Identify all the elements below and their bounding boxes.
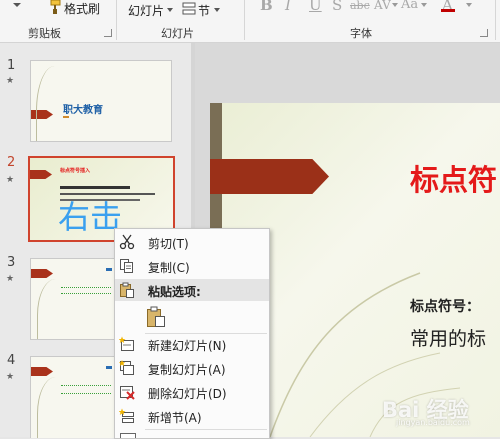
paintbrush-icon xyxy=(50,0,61,14)
star-icon: ★ xyxy=(6,274,15,284)
clipboard-icon xyxy=(147,306,165,327)
star-icon: ★ xyxy=(6,372,15,382)
star-icon: ★ xyxy=(6,175,15,185)
italic-button[interactable]: I xyxy=(285,0,291,14)
thumb-text-line xyxy=(61,287,111,289)
menu-item-label: 粘贴选项: xyxy=(148,285,201,299)
slide-number: 1 xyxy=(7,58,16,73)
menu-item-delete-slide[interactable]: 删除幻灯片(D) xyxy=(115,381,269,403)
thumb-arrow-shape xyxy=(30,170,52,179)
ribbon: 格式刷 剪贴板 幻灯片 节 幻灯片 B I U S abc AV Aa A 字体 xyxy=(0,0,500,43)
slide-number: 4 xyxy=(7,353,16,368)
delete-slide-icon xyxy=(120,386,135,400)
menu-item-partial-icon xyxy=(120,433,136,438)
bold-button[interactable]: B xyxy=(260,0,273,14)
shadow-button[interactable]: S xyxy=(332,0,342,14)
chevron-down-icon xyxy=(214,8,220,12)
star-icon: ★ xyxy=(6,76,15,86)
section-icon xyxy=(182,2,196,15)
add-section-icon xyxy=(119,408,134,423)
ribbon-divider xyxy=(116,0,117,40)
thumb-text-line xyxy=(60,186,130,189)
clipboard-group-label: 剪贴板 xyxy=(28,27,61,40)
slide-thumbnail-4[interactable] xyxy=(30,356,116,438)
paste-keep-formatting-button[interactable] xyxy=(145,305,167,329)
menu-item-label: 删除幻灯片(D) xyxy=(148,387,227,401)
change-case-button[interactable]: Aa xyxy=(401,0,418,12)
context-menu: 剪切(T) 复制(C) 粘贴选项: 新建幻灯片(N) 复制幻灯片(A) 删除幻灯… xyxy=(114,228,270,439)
new-slide-label: 幻灯片 xyxy=(128,4,165,18)
chevron-down-icon xyxy=(466,3,472,7)
menu-item-copy[interactable]: 复制(C) xyxy=(115,255,269,277)
section-label: 节 xyxy=(198,4,211,18)
thumb-vine xyxy=(36,66,67,141)
strikethrough-button[interactable]: abc xyxy=(350,0,370,12)
clipboard-dialog-launcher-icon[interactable] xyxy=(104,29,112,37)
format-painter-button[interactable]: 格式刷 xyxy=(44,0,106,18)
thumb-arrow-shape xyxy=(31,269,53,278)
slide-thumbnail-1[interactable]: 职大教育 xyxy=(30,60,172,142)
menu-item-add-section[interactable]: 新增节(A) xyxy=(115,405,269,427)
thumb-title: 职大教育 xyxy=(63,105,103,116)
right-click-annotation: 右击 xyxy=(58,198,123,236)
font-color-button[interactable]: A xyxy=(440,0,460,14)
thumb-text-line xyxy=(61,293,111,295)
paste-icon xyxy=(120,282,134,298)
watermark-url: jingyan.baidu.com xyxy=(396,418,470,427)
menu-item-cut[interactable]: 剪切(T) xyxy=(115,231,269,253)
thumb-vine xyxy=(37,377,68,438)
thumb-title: 标点符号插入 xyxy=(60,168,91,174)
menu-item-paste-options: 粘贴选项: xyxy=(115,279,269,301)
chevron-down-icon xyxy=(392,3,398,7)
scissors-icon xyxy=(119,234,135,250)
thumb-blue-mark xyxy=(106,366,112,369)
menu-item-new-slide[interactable]: 新建幻灯片(N) xyxy=(115,333,269,355)
thumb-vine xyxy=(37,279,68,339)
menu-item-label: 复制(C) xyxy=(148,261,190,275)
ribbon-divider xyxy=(495,0,496,40)
character-spacing-button[interactable]: AV xyxy=(374,0,391,12)
slides-group-label: 幻灯片 xyxy=(161,27,194,40)
thumb-blue-mark xyxy=(106,268,112,271)
menu-item-label: 新增节(A) xyxy=(148,411,202,425)
thumb-arrow-shape xyxy=(31,367,53,376)
menu-item-label: 复制幻灯片(A) xyxy=(148,363,226,377)
thumb-text-line xyxy=(61,393,111,395)
clipboard-dropdown-chevron[interactable] xyxy=(13,3,21,7)
menu-item-label: 剪切(T) xyxy=(148,237,189,251)
new-slide-icon xyxy=(119,336,134,351)
slide-number-active: 2 xyxy=(7,155,16,170)
menu-item-label: 新建幻灯片(N) xyxy=(148,339,227,353)
thumb-text-line xyxy=(61,385,111,387)
format-painter-label: 格式刷 xyxy=(64,2,101,16)
copy-icon xyxy=(120,259,133,273)
menu-separator xyxy=(145,429,267,430)
font-group-label: 字体 xyxy=(350,27,372,40)
menu-item-duplicate-slide[interactable]: 复制幻灯片(A) xyxy=(115,357,269,379)
chevron-down-icon xyxy=(421,3,427,7)
underline-button[interactable]: U xyxy=(309,0,322,14)
font-color-bar xyxy=(441,9,455,12)
new-slide-dropdown[interactable]: 幻灯片 xyxy=(127,0,177,20)
ribbon-divider xyxy=(244,0,245,40)
slide-thumbnail-3[interactable] xyxy=(30,258,116,340)
duplicate-slide-icon xyxy=(119,360,134,375)
chevron-down-icon xyxy=(167,8,173,12)
slide-number: 3 xyxy=(7,255,16,270)
font-dialog-launcher-icon[interactable] xyxy=(480,29,488,37)
section-dropdown[interactable]: 节 xyxy=(182,0,228,20)
